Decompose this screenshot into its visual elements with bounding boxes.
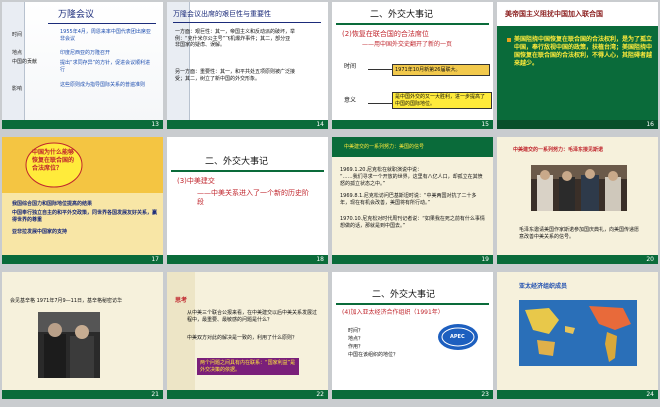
slide-15-title: 二、外交大事记 [370,10,434,20]
bullet-marker [507,38,511,42]
slide-footer: 22 [167,390,328,399]
divider [171,170,324,172]
apec-members-map [519,300,637,366]
slide-19-title: 中美建交的一系列努力：美国的信号 [344,144,425,150]
subtitle: (2)恢复在联合国的合法席位 [342,30,429,38]
arrow-line [368,103,392,104]
quote-line: 1969.1.20.尼克松在就职演说中说： [340,167,423,173]
slide-13[interactable]: 万隆会议 时间 1955年4月，周恩来率中国代表团出席亚非会议 地点 印度尼西亚… [2,2,163,129]
question-line: 中美双方对此的解决是一致的，利用了什么原则？ [187,335,298,341]
slide-22-title: 思考 [175,297,188,304]
photo-caption: 会见基辛格 1971年7月9—11日，基辛格秘密访华 [10,298,123,304]
row-text: 这些原则成为指导国际关系的普遍准则 [60,82,146,88]
photo-caption: 毛泽东邀请美国作家斯诺参加国庆典礼，向美国传递愿意改善中美关系的信号。 [519,227,640,240]
key-value: 1971年10月新第26届联大。 [392,64,490,76]
quote-line: “……我们寻求一个开放的世界，这里有八亿人口，却孤立在其愤怒的孤立状态之中。” [340,174,483,187]
slide-23-title: 二、外交大事记 [372,290,436,300]
slide-20[interactable]: 中美建交的一系列努力：毛泽东接见斯诺 毛泽东邀请美国作家斯诺参加国庆典礼，向美国… [497,137,658,264]
slide-number: 19 [481,256,489,263]
question-line: 从中美三个联合公报来看，在中美建交以后中美关系发展过程中，最重要、最敏感的问题是… [187,310,318,323]
slide-13-title: 万隆会议 [58,10,95,20]
slide-17[interactable]: 中国为什么能够恢复在联合国的合法席位？ 我国综合国力和国际地位提高的结果 中国奉… [2,137,163,264]
row-label: 中国的贡献 [12,59,38,65]
slide-14[interactable]: 万隆会议出席的艰巨性与重要性 一方面：艰巨性：其一，帝国主义和反动派的破坏，举例… [167,2,328,129]
slide-20-title: 中美建交的一系列努力：毛泽东接见斯诺 [513,147,604,153]
slide-footer: 15 [332,120,493,129]
photo-mao-meets-snow [531,165,627,211]
slide-18[interactable]: 二、外交大事记 (3)中美建交 ——中美关系进入了一个新的历史阶段 18 [167,137,328,264]
slide-19[interactable]: 中美建交的一系列努力：美国的信号 1969.1.20.尼克松在就职演说中说： “… [332,137,493,264]
slide-footer: 17 [2,255,163,264]
slide-number: 16 [646,121,654,128]
bullet-item: 作用？ [348,344,364,350]
slide-body: 美国阻挠中国恢复在联合国的合法权利，是为了孤立中国，奉行敌视中国的政策，扶植台湾… [514,36,653,67]
slide-number: 14 [316,121,324,128]
slide-15[interactable]: 二、外交大事记 (2)恢复在联合国的合法席位 ——用中国外交史翻开了新的一页 时… [332,2,493,129]
slide-footer: 24 [497,390,658,399]
slide-footer: 14 [167,120,328,129]
divider [336,303,489,305]
subsubtitle: ——中美关系进入了一个新的历史阶段 [197,189,309,206]
slide-18-title: 二、外交大事记 [205,157,269,167]
key-value: 是中国外交的又一大胜利，进一步提高了中国的国际地位。 [392,92,492,109]
slide-number: 18 [316,256,324,263]
slide-14-title: 万隆会议出席的艰巨性与重要性 [173,10,271,18]
slide-22[interactable]: 思考 从中美三个联合公报来看，在中美建交以后中美关系发展过程中，最重要、最敏感的… [167,272,328,399]
slide-23[interactable]: 二、外交大事记 (4)加入亚太经济合作组织（1991年） 时间？ 地点？ 作用？… [332,272,493,399]
paragraph: 一方面：艰巨性：其一，帝国主义和反动派的破坏，举例：“克什米尔公主号”飞机爆炸事… [175,29,296,48]
bullet-item: 我国综合国力和国际地位提高的结果 [12,201,93,207]
slide-number: 23 [481,391,489,398]
row-label: 时间 [12,32,23,38]
slide-16[interactable]: 美帝国主义阻扰中国加入联合国 美国阻挠中国恢复在联合国的合法权利，是为了孤立中国… [497,2,658,129]
slide-number: 22 [316,391,324,398]
bullet-item: 亚非拉发展中国家的支持 [12,229,68,235]
divider [48,23,156,24]
paragraph: 另一方面：重要性：其一，和平共处五项原则被广泛接受；其二，树立了新中国的外交形象… [175,69,296,82]
slide-footer: 13 [2,120,163,129]
key-label: 时间 [344,63,357,70]
row-text: 1955年4月，周恩来率中国代表团出席亚非会议 [60,29,151,42]
slide-21[interactable]: 会见基辛格 1971年7月9—11日，基辛格秘密访华 21 [2,272,163,399]
slide-footer: 20 [497,255,658,264]
answer-box: 两个问题之间具有内在联系：“国家利益”是外交决策的依据。 [197,358,299,375]
row-text: 印度尼西亚的万隆召开 [60,50,111,56]
slide-footer: 16 [497,120,658,129]
bullet-item: 地点？ [348,336,364,342]
key-label: 意义 [344,97,357,104]
quote-line: 1969.8.1.尼克松访问巴基斯坦时说：“中美两国对抗了二十多年，现在有机会改… [340,193,477,206]
slide-footer: 21 [2,390,163,399]
subtitle: (3)中美建交 [177,177,215,185]
divider [336,23,489,25]
subtitle: (4)加入亚太经济合作组织（1991年） [342,309,444,316]
side-band [167,272,195,390]
photo-kissinger-zhou [38,312,100,378]
arrow-line [368,69,392,70]
slide-number: 20 [646,256,654,263]
slide-16-title: 美帝国主义阻扰中国加入联合国 [505,10,603,18]
slide-footer: 23 [332,390,493,399]
divider [173,22,321,23]
slide-footer: 19 [332,255,493,264]
row-label: 影响 [12,86,23,92]
bullet-item: 中国在该组织的地位？ [348,352,399,358]
slide-number: 13 [151,121,159,128]
slide-24-title: 亚太经济组织成员 [519,283,568,290]
slide-24[interactable]: 亚太经济组织成员 24 [497,272,658,399]
slide-number: 15 [481,121,489,128]
row-text: 提出“求同存异”的方针，促进会议顺利进行 [60,60,151,73]
slide-number: 17 [151,256,159,263]
row-label: 地点 [12,50,23,56]
slide-14-side-strip [167,2,190,120]
bullet-item: 中国奉行独立自主的和平外交政策，同世界各国发展友好关系，赢得世界的尊重 [12,210,158,223]
slide-number: 24 [646,391,654,398]
slide-footer: 18 [167,255,328,264]
bullet-item: 时间？ [348,328,364,334]
quote-line: 1970.10.尼克松对时代周刊记者说：“如果我在死之前有什么事情想做的话，那就… [340,216,485,229]
question-bubble: 中国为什么能够恢复在联合国的合法席位？ [32,149,75,172]
apec-logo-text: APEC [450,334,465,340]
slide-number: 21 [151,391,159,398]
subsubtitle: ——用中国外交史翻开了新的一页 [362,41,453,48]
